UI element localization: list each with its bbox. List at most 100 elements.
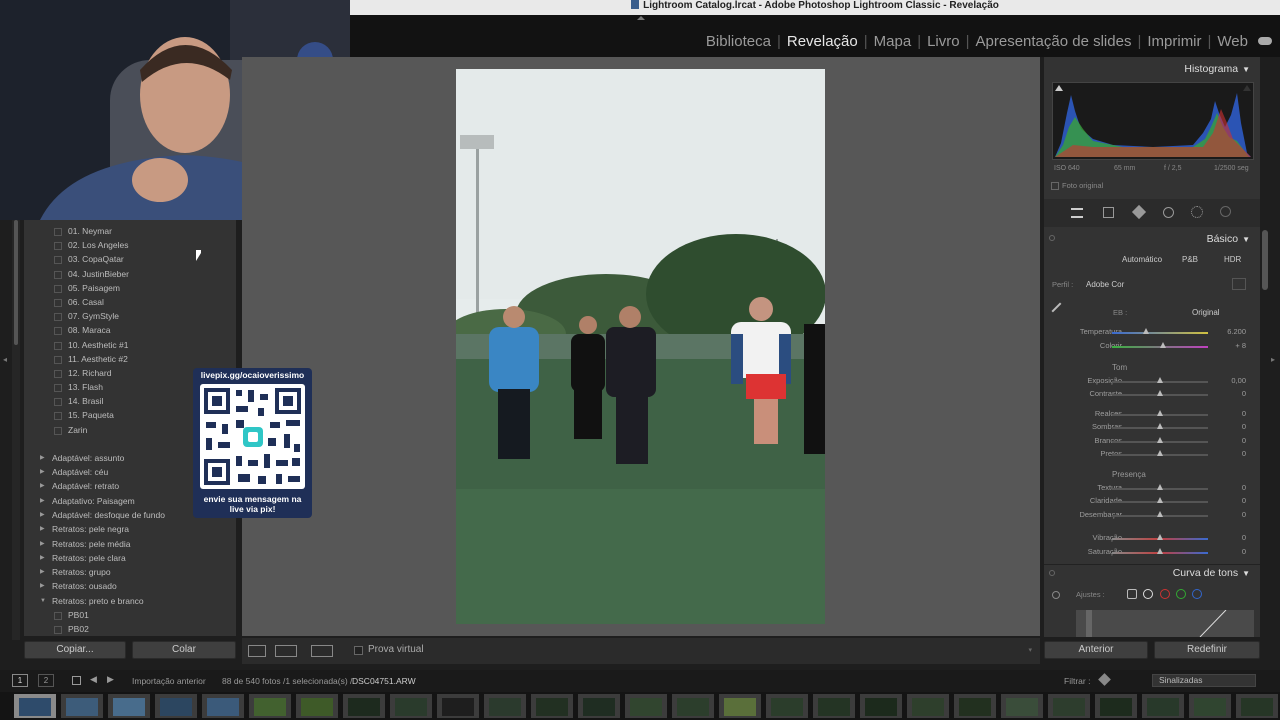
- filmstrip-thumbnail[interactable]: [61, 694, 103, 718]
- wb-eyedropper-icon[interactable]: [1051, 302, 1069, 320]
- histogram-header[interactable]: Histograma ▼: [1184, 63, 1250, 75]
- before-after-tb-icon[interactable]: [311, 645, 333, 657]
- slider-value[interactable]: 6.200: [1227, 327, 1246, 336]
- preset-folder[interactable]: ▶ Retratos: ousado: [24, 579, 236, 593]
- profile-browser-icon[interactable]: [1232, 278, 1246, 290]
- target-adjust-icon[interactable]: [1052, 591, 1060, 599]
- toolbar-menu-icon[interactable]: ▾: [1028, 646, 1032, 654]
- original-photo-checkbox[interactable]: [1051, 182, 1059, 190]
- right-panel-scrollbar[interactable]: [1262, 230, 1268, 290]
- filmstrip-thumbnail[interactable]: [1189, 694, 1231, 718]
- folder-expand-icon[interactable]: ▶: [40, 451, 45, 465]
- slider-value[interactable]: 0: [1242, 449, 1246, 458]
- folder-expand-icon[interactable]: ▶: [40, 508, 45, 522]
- filter-dropdown[interactable]: Sinalizadas: [1152, 674, 1256, 687]
- filmstrip-thumbnail[interactable]: [954, 694, 996, 718]
- treatment-bw[interactable]: P&B: [1182, 255, 1198, 264]
- filmstrip-thumbnail[interactable]: [390, 694, 432, 718]
- module-0[interactable]: Biblioteca: [706, 33, 771, 50]
- slider-value[interactable]: 0: [1242, 496, 1246, 505]
- basic-header[interactable]: Básico ▼: [1207, 233, 1250, 245]
- slider-handle[interactable]: [1159, 342, 1166, 348]
- slider-value[interactable]: 0: [1242, 483, 1246, 492]
- source-breadcrumb[interactable]: Importação anterior: [132, 676, 206, 686]
- reset-button[interactable]: Redefinir: [1154, 641, 1260, 659]
- filmstrip-thumbnail[interactable]: [766, 694, 808, 718]
- slider-handle[interactable]: [1157, 511, 1163, 517]
- red-channel-icon[interactable]: [1160, 589, 1170, 599]
- slider-value[interactable]: 0: [1242, 422, 1246, 431]
- flag-filter-icon[interactable]: [1098, 673, 1111, 686]
- user-preset-item[interactable]: 05. Paisagem: [24, 281, 236, 295]
- grid-view-icon[interactable]: [72, 676, 81, 685]
- shadow-clipping-icon[interactable]: [1055, 85, 1063, 91]
- previous-button[interactable]: Anterior: [1044, 641, 1148, 659]
- parametric-curve-icon[interactable]: [1127, 589, 1137, 599]
- paste-settings-button[interactable]: Colar: [132, 641, 236, 659]
- slider-handle[interactable]: [1157, 423, 1163, 429]
- user-preset-item[interactable]: 08. Maraca: [24, 323, 236, 337]
- highlight-clipping-icon[interactable]: [1243, 85, 1251, 91]
- slider-handle[interactable]: [1157, 390, 1163, 396]
- filmstrip-thumbnail[interactable]: [578, 694, 620, 718]
- bw-preset-item[interactable]: PB01: [24, 608, 236, 622]
- back-arrow-icon[interactable]: ◀: [90, 674, 97, 685]
- top-panel-toggle-icon[interactable]: [637, 16, 645, 20]
- filmstrip-thumbnail[interactable]: [108, 694, 150, 718]
- slider-value[interactable]: 0: [1242, 436, 1246, 445]
- window-1-button[interactable]: 1: [12, 674, 28, 687]
- histogram-chart[interactable]: [1052, 82, 1254, 160]
- folder-expand-icon[interactable]: ▶: [40, 579, 45, 593]
- folder-expand-icon[interactable]: ▶: [40, 551, 45, 565]
- slider-value[interactable]: 0: [1242, 547, 1246, 556]
- slider-value[interactable]: 0: [1242, 510, 1246, 519]
- edit-sliders-icon[interactable]: [1071, 208, 1083, 218]
- healing-icon[interactable]: [1131, 204, 1147, 220]
- preset-folder[interactable]: ▼ Retratos: preto e branco: [24, 594, 236, 608]
- preset-folder[interactable]: ▶ Retratos: pele negra: [24, 522, 236, 536]
- slider-value[interactable]: 0: [1242, 533, 1246, 542]
- left-panel-scrollbar[interactable]: [12, 220, 20, 640]
- profile-dropdown[interactable]: Adobe Cor: [1086, 280, 1124, 289]
- folder-expand-icon[interactable]: ▶: [40, 537, 45, 551]
- filmstrip-thumbnail[interactable]: [155, 694, 197, 718]
- user-preset-item[interactable]: 03. CopaQatar: [24, 252, 236, 266]
- module-1[interactable]: Revelação: [787, 33, 858, 50]
- bw-preset-item[interactable]: PB02: [24, 622, 236, 636]
- filmstrip-thumbnail[interactable]: [202, 694, 244, 718]
- module-5[interactable]: Imprimir: [1147, 33, 1201, 50]
- filmstrip-thumbnail[interactable]: [719, 694, 761, 718]
- slider-handle[interactable]: [1157, 497, 1163, 503]
- slider-value[interactable]: 0: [1242, 389, 1246, 398]
- filmstrip-thumbnail[interactable]: [531, 694, 573, 718]
- preset-folder[interactable]: ▶ Retratos: grupo: [24, 565, 236, 579]
- cloud-icon[interactable]: [1258, 37, 1272, 45]
- user-preset-item[interactable]: 01. Neymar: [24, 224, 236, 238]
- loupe-view-icon[interactable]: [248, 645, 266, 657]
- tone-curve-header[interactable]: Curva de tons ▼: [1173, 567, 1250, 579]
- slider-handle[interactable]: [1157, 548, 1163, 554]
- filmstrip-thumbnail[interactable]: [437, 694, 479, 718]
- basic-visibility-icon[interactable]: [1049, 235, 1055, 241]
- filmstrip-thumbnail[interactable]: [484, 694, 526, 718]
- crop-icon[interactable]: [1103, 207, 1114, 218]
- red-eye-icon[interactable]: [1163, 207, 1174, 218]
- soft-proof-checkbox[interactable]: [354, 646, 363, 655]
- module-2[interactable]: Mapa: [874, 33, 912, 50]
- user-preset-item[interactable]: 11. Aesthetic #2: [24, 352, 236, 366]
- wb-dropdown[interactable]: Original: [1192, 308, 1220, 317]
- treatment-auto[interactable]: Automático: [1122, 255, 1162, 264]
- left-panel-collapse-icon[interactable]: ◂: [3, 355, 9, 365]
- user-preset-item[interactable]: 07. GymStyle: [24, 309, 236, 323]
- slider-track[interactable]: [1112, 332, 1208, 334]
- user-preset-item[interactable]: 04. JustinBieber: [24, 267, 236, 281]
- module-4[interactable]: Apresentação de slides: [976, 33, 1132, 50]
- before-after-lr-icon[interactable]: [275, 645, 297, 657]
- module-6[interactable]: Web: [1217, 33, 1248, 50]
- presets-undo-icon[interactable]: [1220, 206, 1231, 217]
- slider-handle[interactable]: [1157, 437, 1163, 443]
- tone-curve-visibility-icon[interactable]: [1049, 570, 1055, 576]
- forward-arrow-icon[interactable]: ▶: [107, 674, 114, 685]
- tone-curve-graph[interactable]: [1076, 609, 1254, 637]
- copy-settings-button[interactable]: Copiar...: [24, 641, 126, 659]
